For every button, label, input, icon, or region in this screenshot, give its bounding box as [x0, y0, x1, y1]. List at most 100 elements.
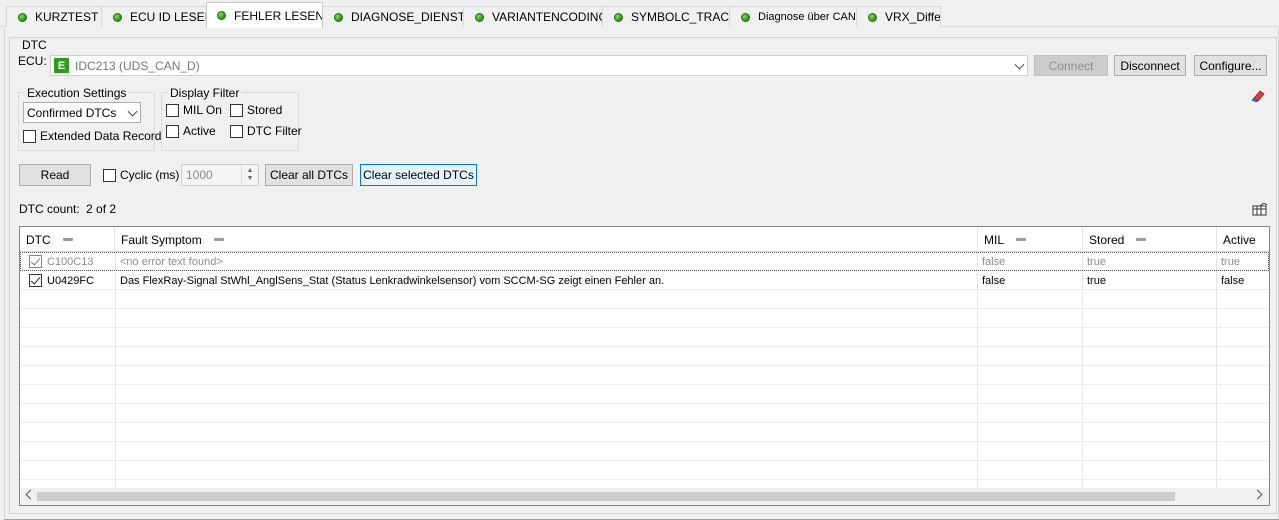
connect-button[interactable]: Connect	[1034, 55, 1108, 76]
column-header-fault-symptom[interactable]: Fault Symptom	[115, 227, 978, 252]
stored-checkbox[interactable]: Stored	[230, 103, 282, 117]
dtc-code: C100C13	[47, 255, 94, 268]
mil-on-label: MIL On	[183, 103, 222, 117]
table-row[interactable]: U0429FC Das FlexRay-Signal StWhl_AnglSen…	[20, 271, 1269, 290]
tab-symbolc-trace[interactable]: SYMBOLC_TRACE	[602, 6, 730, 27]
tab-diagnose-dienste[interactable]: DIAGNOSE_DIENSTE	[322, 6, 464, 27]
dtc-code: U0429FC	[47, 274, 95, 287]
tab-diagnose-ueber-can[interactable]: Diagnose über CAN	[729, 6, 857, 27]
dtc-mode-value: Confirmed DTCs	[27, 105, 117, 120]
column-label: Fault Symptom	[121, 232, 202, 247]
eraser-icon[interactable]	[1251, 88, 1267, 102]
checkbox-box	[230, 103, 243, 117]
tab-label: KURZTEST	[35, 10, 99, 24]
chevron-down-icon	[127, 106, 138, 117]
column-label: Active	[1223, 232, 1256, 247]
ecu-label: ECU:	[18, 54, 47, 68]
clear-selected-dtcs-button[interactable]: Clear selected DTCs	[360, 164, 477, 186]
dtc-count-label: DTC count:	[19, 202, 80, 216]
dtc-count: DTC count: 2 of 2	[19, 202, 116, 216]
spin-down-icon[interactable]: ▼	[247, 175, 254, 183]
chevron-down-icon	[1014, 59, 1025, 70]
cyclic-interval-stepper[interactable]: 1000 ▲ ▼	[181, 164, 259, 186]
dtc-filter-label: DTC Filter	[247, 124, 302, 138]
cyclic-checkbox[interactable]: Cyclic (ms)	[103, 168, 179, 182]
checkbox-box	[103, 168, 116, 182]
panel-title: DTC	[22, 38, 47, 52]
disconnect-button[interactable]: Disconnect	[1114, 55, 1186, 76]
tab-label: ECU ID LESEN	[130, 10, 208, 24]
ecu-select[interactable]: E IDC213 (UDS_CAN_D)	[50, 55, 1028, 76]
mil-cell: false	[982, 274, 1006, 287]
dtc-filter-checkbox[interactable]: DTC Filter	[230, 124, 302, 138]
stored-label: Stored	[247, 103, 283, 117]
checkbox-box	[230, 124, 243, 138]
tab-vrx-differ[interactable]: VRX_Differ	[856, 6, 941, 27]
export-icon[interactable]	[1252, 203, 1268, 216]
status-led-icon	[614, 12, 623, 22]
empty-row	[20, 328, 1269, 347]
status-led-icon	[741, 12, 750, 22]
cyclic-label: Cyclic (ms)	[120, 168, 180, 182]
tab-variantencoding[interactable]: VARIANTENCODING	[463, 6, 603, 27]
tab-label: FEHLER LESEN	[234, 8, 323, 23]
column-label: Stored	[1089, 232, 1125, 247]
execution-settings-title: Execution Settings	[25, 86, 129, 100]
mil-cell: false	[982, 255, 1006, 268]
horizontal-scrollbar[interactable]	[20, 488, 1269, 505]
grid-header: DTC Fault Symptom MIL Stored Active	[20, 227, 1269, 252]
empty-row	[20, 385, 1269, 404]
scrollbar-thumb[interactable]	[37, 492, 1175, 501]
display-filter-group: Display Filter	[161, 86, 299, 151]
spin-up-icon[interactable]: ▲	[247, 167, 254, 175]
tab-label: VARIANTENCODING	[492, 10, 603, 24]
scroll-right-icon[interactable]	[1252, 489, 1263, 500]
extended-data-record-checkbox[interactable]: Extended Data Record	[23, 129, 161, 143]
tab-fehler-lesen[interactable]: FEHLER LESEN	[206, 2, 323, 28]
status-led-icon	[217, 11, 226, 20]
configure-button[interactable]: Configure...	[1194, 55, 1267, 76]
column-menu-icon[interactable]	[62, 238, 73, 241]
active-cell: false	[1221, 274, 1245, 287]
status-led-icon	[334, 12, 343, 22]
active-checkbox[interactable]: Active	[166, 124, 216, 138]
empty-row	[20, 404, 1269, 423]
column-header-active[interactable]: Active	[1217, 227, 1269, 252]
read-button[interactable]: Read	[19, 164, 91, 186]
column-header-mil[interactable]: MIL	[978, 227, 1083, 252]
status-led-icon	[475, 12, 484, 22]
status-led-icon	[113, 12, 122, 22]
status-led-icon	[868, 12, 877, 22]
scroll-left-icon[interactable]	[25, 489, 36, 500]
dtc-cell: C100C13	[20, 252, 115, 271]
column-menu-icon[interactable]	[213, 238, 224, 241]
tab-kurztest[interactable]: KURZTEST	[6, 6, 102, 27]
dtc-mode-select[interactable]: Confirmed DTCs	[23, 102, 141, 123]
column-menu-icon[interactable]	[1136, 238, 1147, 241]
tab-ecu-id-lesen[interactable]: ECU ID LESEN	[101, 6, 208, 27]
empty-row	[20, 423, 1269, 442]
column-menu-icon[interactable]	[1016, 238, 1027, 241]
fault-symptom-cell: Das FlexRay-Signal StWhl_AnglSens_Stat (…	[120, 274, 665, 287]
dtc-count-value: 2 of 2	[86, 202, 117, 216]
empty-row	[20, 290, 1269, 309]
stored-cell: true	[1087, 255, 1106, 268]
table-row[interactable]: C100C13 <no error text found> false true…	[20, 252, 1269, 271]
empty-row	[20, 366, 1269, 385]
column-header-stored[interactable]: Stored	[1083, 227, 1217, 252]
row-select-checkbox[interactable]	[29, 255, 42, 268]
column-label: MIL	[984, 232, 1005, 247]
cyclic-interval-value: 1000	[186, 168, 213, 182]
stored-cell: true	[1087, 274, 1106, 287]
checkbox-box	[166, 124, 179, 138]
dtc-grid: DTC Fault Symptom MIL Stored Active C100…	[19, 226, 1270, 506]
row-select-checkbox[interactable]	[29, 274, 42, 287]
checkbox-box	[23, 129, 36, 143]
spin-buttons[interactable]: ▲ ▼	[241, 165, 258, 185]
mil-on-checkbox[interactable]: MIL On	[166, 103, 222, 117]
clear-all-dtcs-button[interactable]: Clear all DTCs	[265, 164, 353, 186]
ecu-selected-value: IDC213 (UDS_CAN_D)	[75, 58, 200, 73]
column-label: DTC	[26, 232, 51, 247]
active-label: Active	[183, 124, 216, 138]
column-header-dtc[interactable]: DTC	[20, 227, 115, 252]
